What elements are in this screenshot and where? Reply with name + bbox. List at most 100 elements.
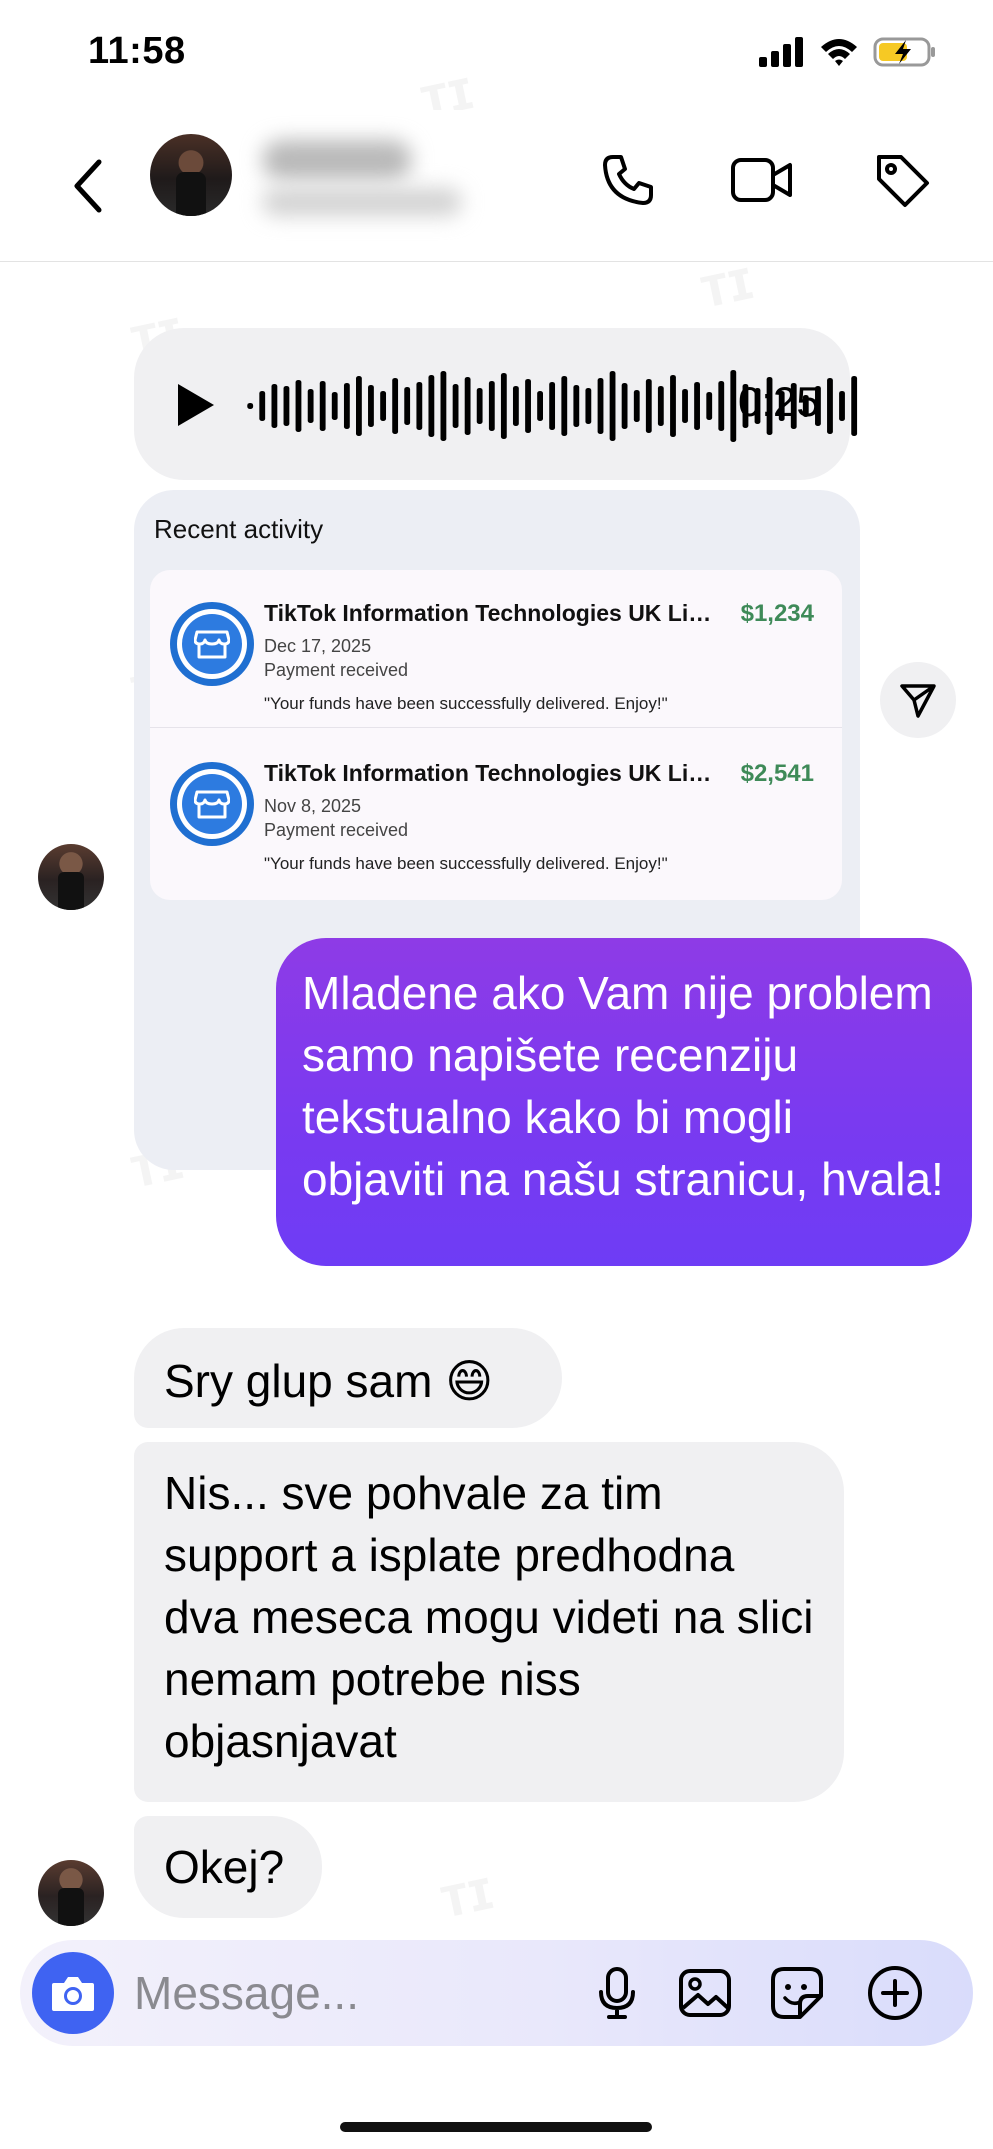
battery-icon — [873, 37, 935, 67]
incoming-message[interactable]: Nis... sve pohvale za tim support a ispl… — [134, 1442, 844, 1802]
waveform-bar — [633, 390, 640, 422]
waveform-bar — [368, 385, 374, 427]
phone-icon — [603, 155, 653, 205]
waveform-bar — [416, 382, 423, 430]
waveform-bar — [561, 376, 568, 436]
play-icon[interactable] — [170, 380, 220, 430]
chevron-left-icon — [74, 159, 102, 213]
transaction-date: Nov 8, 2025 — [264, 796, 362, 816]
video-call-button[interactable] — [722, 140, 802, 220]
camera-icon — [52, 1977, 94, 2011]
transaction-merchant: TikTok Information Technologies UK Limi.… — [264, 600, 724, 626]
waveform-bar — [271, 384, 278, 428]
contact-subtitle-blurred — [262, 188, 462, 216]
back-button[interactable] — [58, 146, 118, 226]
message-text: Sry glup sam 😄 — [164, 1355, 494, 1407]
incoming-message[interactable]: Sry glup sam 😄 — [134, 1328, 562, 1428]
waveform-bar — [706, 392, 713, 420]
waveform-bar — [440, 371, 447, 441]
waveform-bar — [851, 376, 858, 436]
transaction-status: Payment received — [264, 820, 409, 840]
waveform-bar — [476, 388, 483, 424]
home-indicator — [340, 2122, 652, 2132]
waveform-bar — [512, 386, 519, 426]
waveform-bar — [585, 388, 592, 424]
microphone-icon — [599, 1967, 635, 2019]
gallery-icon — [679, 1969, 731, 2017]
status-bar: 11:58 — [0, 0, 993, 110]
sticker-button[interactable] — [764, 1960, 830, 2026]
waveform-bar — [827, 378, 833, 434]
store-icon — [170, 602, 254, 686]
waveform-bar — [428, 375, 435, 437]
call-button[interactable] — [588, 140, 668, 220]
waveform-bar — [380, 391, 387, 421]
waveform-bar — [682, 389, 688, 423]
sender-avatar[interactable] — [38, 1860, 104, 1926]
waveform-bar — [404, 387, 411, 425]
waveform-bar — [670, 375, 676, 437]
waveform-bar — [645, 379, 652, 433]
sticker-icon — [771, 1967, 823, 2019]
waveform-bar — [597, 378, 604, 434]
message-list[interactable]: 0:25 Recent activity TikTok Information … — [0, 262, 993, 1932]
transaction-amount: $1,234 — [740, 600, 814, 627]
transaction-note: "Your funds have been successfully deliv… — [264, 694, 668, 713]
store-icon — [170, 762, 254, 846]
transaction-amount: $2,541 — [740, 760, 814, 787]
voice-message[interactable]: 0:25 — [134, 328, 858, 480]
waveform-bar — [307, 389, 314, 423]
message-input[interactable]: Message... — [134, 1966, 359, 2020]
waveform-bar — [839, 391, 845, 421]
waveform-bar — [718, 381, 725, 431]
waveform-bar — [259, 391, 266, 421]
waveform-bar — [609, 371, 616, 441]
waveform-bar — [452, 384, 459, 428]
waveform-bar — [488, 381, 495, 431]
waveform-bar — [283, 386, 290, 426]
waveform-bar — [295, 380, 302, 432]
sender-avatar[interactable] — [38, 844, 104, 910]
waveform-bar — [247, 403, 254, 409]
gallery-button[interactable] — [672, 1960, 738, 2026]
transaction-status: Payment received — [264, 660, 409, 680]
status-time: 11:58 — [88, 30, 186, 72]
message-text: Okej? — [164, 1841, 285, 1893]
transactions-card: TikTok Information Technologies UK Limi.… — [150, 570, 842, 900]
outgoing-message[interactable]: Mladene ako Vam nije problem samo napiše… — [276, 938, 972, 1266]
wifi-icon — [821, 39, 857, 66]
voice-duration: 0:25 — [738, 378, 820, 425]
waveform-bar — [573, 385, 580, 427]
waveform-bar — [319, 381, 326, 431]
contact-avatar[interactable] — [150, 134, 232, 216]
transaction-row: TikTok Information Technologies UK Limi.… — [150, 730, 842, 888]
voice-record-button[interactable] — [584, 1960, 650, 2026]
message-composer: Message... — [20, 1940, 973, 2046]
waveform-bar — [694, 382, 700, 430]
incoming-message[interactable]: Okej? — [134, 1816, 322, 1918]
waveform-bar — [392, 378, 399, 434]
transaction-note: "Your funds have been successfully deliv… — [264, 854, 668, 873]
more-options-button[interactable] — [862, 1960, 928, 2026]
send-icon — [900, 684, 936, 718]
waveform-bar — [500, 373, 507, 439]
video-camera-icon — [731, 158, 792, 202]
contact-name-blurred[interactable] — [262, 140, 412, 180]
tag-icon — [877, 155, 929, 207]
tag-button[interactable] — [862, 140, 942, 220]
transaction-merchant: TikTok Information Technologies UK Limi.… — [264, 760, 724, 786]
waveform-bar — [537, 391, 543, 421]
waveform-bar — [730, 370, 737, 442]
waveform-bar — [525, 379, 531, 433]
recent-activity-title: Recent activity — [154, 514, 324, 544]
waveform-bar — [343, 383, 350, 429]
plus-circle-icon — [868, 1966, 922, 2020]
waveform-bar — [331, 392, 338, 420]
waveform-bar — [356, 376, 362, 436]
status-icons — [759, 36, 937, 68]
transaction-row: TikTok Information Technologies UK Limi.… — [150, 570, 842, 728]
camera-button[interactable] — [32, 1952, 114, 2034]
waveform-bar — [464, 377, 471, 435]
share-button[interactable] — [880, 662, 956, 738]
cellular-signal-icon — [759, 37, 803, 67]
